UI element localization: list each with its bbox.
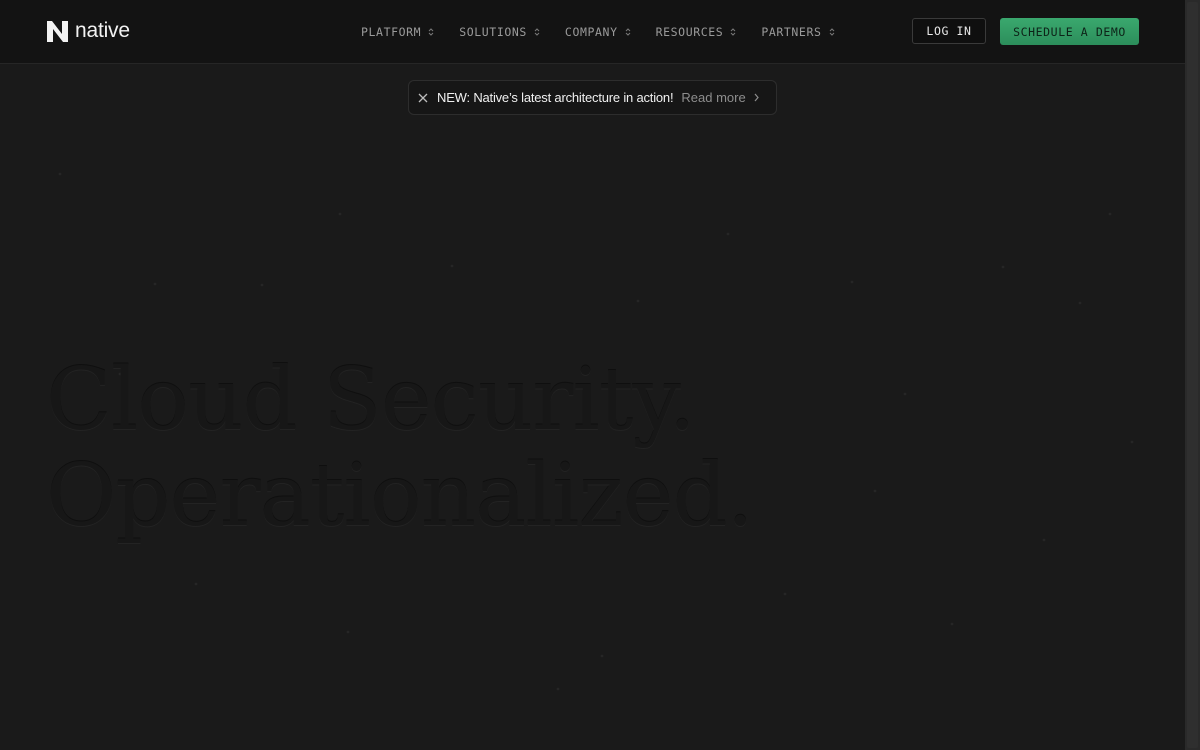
nav-item-label: PARTNERS	[761, 24, 822, 39]
nav-item-solutions[interactable]: SOLUTIONS	[459, 25, 540, 39]
nav-item-resources[interactable]: RESOURCES	[656, 25, 737, 39]
announcement-banner: NEW: Native’s latest architecture in act…	[408, 80, 777, 115]
page-viewport: native PLATFORM SOLUTIONS COMPANY RESOUR…	[0, 0, 1185, 750]
chevron-up-down-icon	[829, 27, 834, 36]
hero-line-1: Cloud Security.	[46, 350, 696, 450]
nav-item-label: COMPANY	[564, 24, 618, 39]
brand-logo[interactable]: native	[47, 20, 130, 42]
schedule-demo-button[interactable]: SCHEDULE A DEMO	[1000, 18, 1139, 45]
read-more-label: Read more	[681, 90, 746, 105]
announcement-text: NEW: Native’s latest architecture in act…	[437, 90, 674, 105]
nav-item-label: SOLUTIONS	[459, 24, 527, 39]
primary-nav: PLATFORM SOLUTIONS COMPANY RESOURCES PAR…	[361, 0, 860, 63]
hero-line-2: Operationalized.	[46, 446, 754, 546]
nav-item-partners[interactable]: PARTNERS	[761, 25, 834, 39]
site-header: native PLATFORM SOLUTIONS COMPANY RESOUR…	[0, 0, 1185, 64]
read-more-link[interactable]: Read more	[681, 90, 759, 105]
chevron-right-icon	[754, 93, 759, 102]
native-logo-icon	[47, 20, 68, 42]
nav-item-label: RESOURCES	[655, 24, 724, 39]
nav-item-company[interactable]: COMPANY	[565, 25, 631, 39]
login-button[interactable]: LOG IN	[912, 18, 986, 44]
chevron-up-down-icon	[428, 27, 434, 36]
close-icon[interactable]	[418, 93, 428, 103]
chevron-up-down-icon	[730, 27, 736, 36]
chevron-up-down-icon	[534, 27, 540, 36]
nav-item-platform[interactable]: PLATFORM	[361, 25, 434, 39]
scrollbar-thumb[interactable]	[1187, 2, 1198, 748]
chevron-up-down-icon	[625, 27, 630, 36]
nav-item-label: PLATFORM	[361, 24, 422, 39]
brand-name: native	[75, 19, 130, 42]
hero-headline: Cloud Security. Operationalized.	[46, 350, 754, 546]
